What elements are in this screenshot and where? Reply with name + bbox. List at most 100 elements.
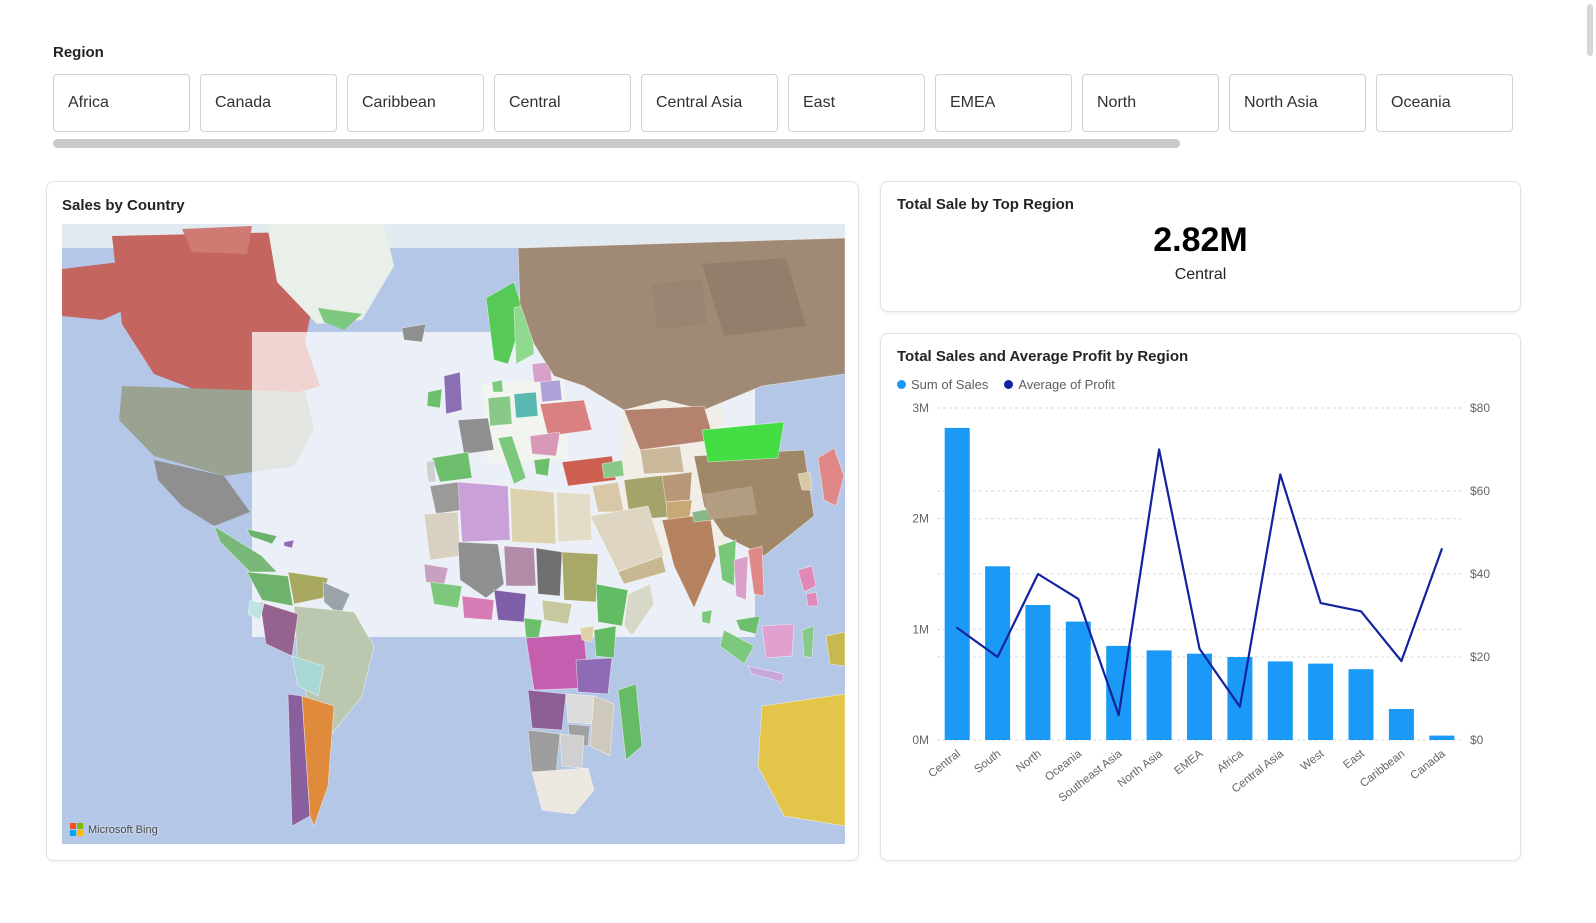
x-axis-label: EMEA (1172, 748, 1205, 778)
map-poland[interactable] (513, 391, 539, 419)
world-map[interactable] (62, 224, 845, 844)
map-nigeria[interactable] (493, 589, 527, 623)
bar-caribbean[interactable] (1388, 709, 1414, 740)
right-axis-tick: $40 (1470, 567, 1490, 581)
map-namibia[interactable] (527, 729, 561, 775)
map-zambia[interactable] (565, 693, 595, 725)
map-thailand[interactable] (733, 555, 749, 601)
map-uzbekistan[interactable] (639, 445, 685, 475)
map-afghanistan[interactable] (661, 471, 693, 503)
map-denmark[interactable] (491, 379, 504, 393)
map-sudan[interactable] (561, 551, 599, 603)
map-botswana[interactable] (559, 733, 585, 769)
map-greece[interactable] (533, 457, 551, 477)
map-ireland[interactable] (426, 388, 443, 409)
map-iraq[interactable] (591, 481, 625, 513)
left-axis-tick: 2M (912, 512, 929, 526)
left-axis-tick: 1M (912, 622, 929, 636)
region-filter-caribbean[interactable]: Caribbean (347, 74, 484, 132)
map-sulawesi[interactable] (801, 625, 815, 659)
region-filter-section: Region Africa Canada Caribbean Central Centr… (53, 44, 1521, 148)
map-ural-patch[interactable] (652, 279, 707, 329)
map-niger[interactable] (503, 545, 537, 587)
region-filter-central-asia[interactable]: Central Asia (641, 74, 778, 132)
bar-emea[interactable] (1187, 653, 1212, 740)
region-filter-north-asia[interactable]: North Asia (1229, 74, 1366, 132)
bar-canada[interactable] (1429, 735, 1455, 740)
bar-north[interactable] (1025, 605, 1051, 740)
total-sale-top-region-card: Total Sale by Top Region 2.82M Central (880, 181, 1521, 312)
legend-item-average-of-profit[interactable]: Average of Profit (1004, 377, 1115, 392)
world-map-canvas[interactable]: Microsoft Bing (62, 224, 845, 844)
map-car[interactable] (541, 599, 573, 625)
sales-profit-chart-card: Total Sales and Average Profit by Region… (880, 333, 1521, 861)
map-portugal[interactable] (425, 459, 437, 483)
map-ethiopia[interactable] (595, 583, 629, 627)
map-algeria[interactable] (457, 481, 511, 543)
legend-item-sum-of-sales[interactable]: Sum of Sales (897, 377, 988, 392)
map-ghana-ivorycoast[interactable] (461, 595, 495, 621)
right-axis-tick: $20 (1470, 650, 1490, 664)
map-mauritania[interactable] (423, 511, 461, 561)
chart-legend: Sum of Sales Average of Profit (897, 377, 1504, 392)
left-axis-tick: 3M (912, 401, 929, 415)
map-egypt[interactable] (555, 491, 593, 543)
map-borneo[interactable] (761, 623, 795, 659)
x-axis-label: Canada (1409, 748, 1449, 783)
region-filter-north[interactable]: North (1082, 74, 1219, 132)
map-chad[interactable] (535, 547, 563, 597)
bar-central[interactable] (944, 427, 970, 740)
map-attribution-text: Microsoft Bing (88, 823, 158, 836)
map-angola[interactable] (527, 689, 567, 731)
sales-by-country-card: Sales by Country Microsoft Bing (46, 181, 859, 861)
map-libya[interactable] (509, 487, 557, 545)
map-card-title: Sales by Country (62, 197, 185, 214)
x-axis-label: North (1014, 748, 1044, 775)
legend-dot-icon (897, 380, 906, 389)
page-scrollbar[interactable] (1587, 4, 1593, 56)
map-kenya[interactable] (593, 625, 617, 659)
map-guinea[interactable] (429, 581, 463, 609)
region-filter-oceania[interactable]: Oceania (1376, 74, 1513, 132)
map-uganda[interactable] (579, 625, 595, 643)
map-tanzania[interactable] (575, 657, 613, 695)
map-uk[interactable] (443, 371, 463, 415)
x-axis-label: Caribbean (1358, 748, 1407, 790)
right-axis-tick: $80 (1470, 401, 1490, 415)
right-axis-tick: $0 (1470, 733, 1484, 747)
map-arctic-islands (182, 226, 252, 254)
bar-central-asia[interactable] (1267, 661, 1293, 740)
right-axis-tick: $60 (1470, 484, 1490, 498)
region-filter-canada[interactable]: Canada (200, 74, 337, 132)
microsoft-logo-icon (70, 823, 83, 836)
map-belarus[interactable] (539, 379, 563, 403)
map-germany[interactable] (487, 395, 513, 427)
chart-card-title: Total Sales and Average Profit by Region (897, 348, 1189, 365)
bar-south[interactable] (985, 566, 1011, 740)
legend-label: Average of Profit (1018, 377, 1115, 392)
map-morocco[interactable] (429, 481, 463, 515)
bar-oceania[interactable] (1065, 621, 1091, 740)
map-balkans[interactable] (529, 431, 561, 457)
region-filter-east[interactable]: East (788, 74, 925, 132)
x-axis-label: South (972, 748, 1003, 776)
region-filter-africa[interactable]: Africa (53, 74, 190, 132)
kpi-region-label: Central (1174, 266, 1227, 283)
legend-dot-icon (1004, 380, 1014, 389)
region-filter-central[interactable]: Central (494, 74, 631, 132)
right-column: Total Sale by Top Region 2.82M Central T… (880, 181, 1521, 861)
bar-north-asia[interactable] (1146, 650, 1172, 740)
region-filter-emea[interactable]: EMEA (935, 74, 1072, 132)
map-ukraine[interactable] (539, 399, 593, 437)
map-philippines-south[interactable] (805, 591, 819, 607)
map-srilanka[interactable] (701, 609, 713, 625)
bar-west[interactable] (1308, 663, 1334, 740)
x-axis-label: North Asia (1116, 748, 1166, 790)
map-france[interactable] (457, 417, 495, 455)
bar-east[interactable] (1348, 669, 1374, 740)
kpi-card-title: Total Sale by Top Region (897, 196, 1074, 213)
bar-africa[interactable] (1227, 657, 1253, 740)
region-filter-scrollbar[interactable] (53, 139, 1180, 148)
dashboard-body: Sales by Country Microsoft Bing Total Sa… (46, 181, 1521, 861)
map-mozambique[interactable] (589, 695, 615, 757)
